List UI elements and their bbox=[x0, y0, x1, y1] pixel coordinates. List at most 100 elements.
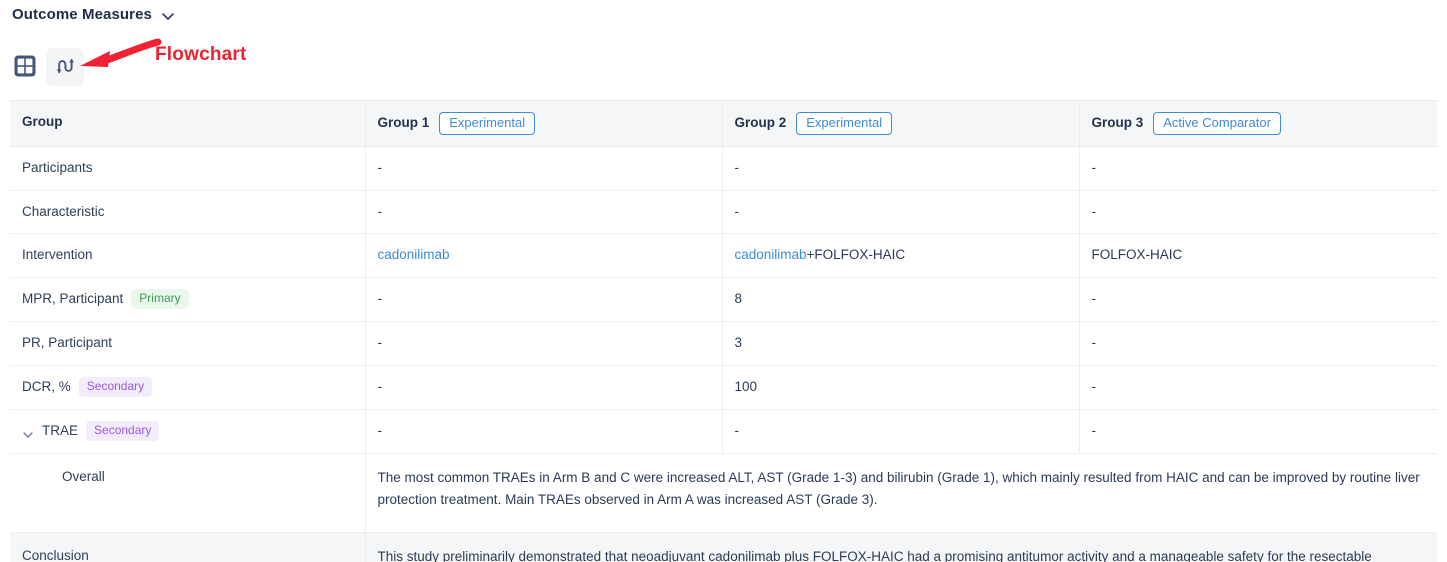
row-label-text: Intervention bbox=[22, 245, 93, 266]
cell-overall-text: The most common TRAEs in Arm B and C wer… bbox=[365, 454, 1437, 533]
table-row: Participants - - - bbox=[10, 146, 1437, 190]
cell-dcr-g1: - bbox=[365, 366, 722, 410]
chevron-down-icon[interactable] bbox=[22, 427, 34, 439]
row-label-overall: Overall bbox=[10, 454, 365, 533]
cell-value: - bbox=[1092, 204, 1097, 219]
table-row: Intervention cadonilimab cadonilimab+FOL… bbox=[10, 234, 1437, 278]
status-badge-secondary: Secondary bbox=[79, 377, 152, 397]
cell-value: - bbox=[1092, 379, 1097, 394]
header-group-2-tag[interactable]: Experimental bbox=[796, 112, 892, 135]
cell-value: 100 bbox=[735, 379, 758, 394]
table-row: DCR, % Secondary - 100 - bbox=[10, 366, 1437, 410]
row-label-text: Participants bbox=[22, 158, 93, 179]
row-label-intervention: Intervention bbox=[10, 234, 365, 278]
intervention-text-g3: FOLFOX-HAIC bbox=[1092, 247, 1183, 262]
cell-value: - bbox=[378, 423, 383, 438]
intervention-link-g1[interactable]: cadonilimab bbox=[378, 247, 450, 262]
header-cell-group-1: Group 1 Experimental bbox=[365, 101, 722, 147]
header-group-2-name: Group 2 bbox=[735, 113, 787, 134]
row-label-mpr-participant: MPR, Participant Primary bbox=[10, 278, 365, 322]
table-row: MPR, Participant Primary - 8 - bbox=[10, 278, 1437, 322]
cell-mpr-g2: 8 bbox=[722, 278, 1079, 322]
flowchart-arrows-icon bbox=[54, 55, 76, 80]
row-label-text: Overall bbox=[62, 469, 105, 484]
cell-intervention-g1: cadonilimab bbox=[365, 234, 722, 278]
row-label-text: DCR, % bbox=[22, 377, 71, 398]
cell-value: - bbox=[1092, 335, 1097, 350]
header-cell-group-3: Group 3 Active Comparator bbox=[1079, 101, 1437, 147]
header-cell-group: Group bbox=[10, 101, 365, 147]
header-group-1-name: Group 1 bbox=[378, 113, 430, 134]
cell-dcr-g2: 100 bbox=[722, 366, 1079, 410]
cell-dcr-g3: - bbox=[1079, 366, 1437, 410]
cell-value: - bbox=[735, 423, 740, 438]
status-badge-primary: Primary bbox=[131, 289, 188, 309]
cell-value: - bbox=[378, 335, 383, 350]
header-group-3-tag[interactable]: Active Comparator bbox=[1153, 112, 1281, 135]
header-group-3-name: Group 3 bbox=[1092, 113, 1144, 134]
table-grid-icon bbox=[13, 54, 37, 81]
cell-pr-g3: - bbox=[1079, 322, 1437, 366]
page-title: Outcome Measures bbox=[12, 6, 152, 23]
status-badge-secondary: Secondary bbox=[86, 421, 159, 441]
cell-characteristic-g1: - bbox=[365, 190, 722, 234]
row-label-trae[interactable]: TRAE Secondary bbox=[10, 410, 365, 454]
cell-value: - bbox=[1092, 423, 1097, 438]
outcome-measures-page: Outcome Measures bbox=[0, 0, 1447, 562]
header-group-1-tag[interactable]: Experimental bbox=[439, 112, 535, 135]
cell-conclusion-text: This study preliminarily demonstrated th… bbox=[365, 532, 1437, 562]
cell-trae-g3: - bbox=[1079, 410, 1437, 454]
cell-pr-g2: 3 bbox=[722, 322, 1079, 366]
table-row-conclusion: Conclusion This study preliminarily demo… bbox=[10, 532, 1437, 562]
table-header-row: Group Group 1 Experimental Group 2 Exper… bbox=[10, 101, 1437, 147]
cell-mpr-g1: - bbox=[365, 278, 722, 322]
cell-value: - bbox=[378, 291, 383, 306]
row-label-pr-participant: PR, Participant bbox=[10, 322, 365, 366]
row-label-text: MPR, Participant bbox=[22, 289, 123, 310]
cell-value: 3 bbox=[735, 335, 743, 350]
cell-value: - bbox=[378, 379, 383, 394]
chevron-down-icon[interactable] bbox=[160, 8, 176, 24]
cell-value: - bbox=[1092, 291, 1097, 306]
cell-participants-g1: - bbox=[365, 146, 722, 190]
table-row: TRAE Secondary - - - bbox=[10, 410, 1437, 454]
intervention-link-g2[interactable]: cadonilimab bbox=[735, 247, 807, 262]
conclusion-description: This study preliminarily demonstrated th… bbox=[378, 549, 1372, 562]
table-view-button[interactable] bbox=[6, 48, 44, 86]
cell-characteristic-g3: - bbox=[1079, 190, 1437, 234]
header-label-group: Group bbox=[22, 114, 63, 129]
row-label-conclusion: Conclusion bbox=[10, 532, 365, 562]
cell-participants-g3: - bbox=[1079, 146, 1437, 190]
table-row: Characteristic - - - bbox=[10, 190, 1437, 234]
intervention-suffix-g2: +FOLFOX-HAIC bbox=[807, 247, 906, 262]
row-label-text: PR, Participant bbox=[22, 333, 112, 354]
outcome-measures-table: Group Group 1 Experimental Group 2 Exper… bbox=[10, 100, 1437, 562]
annotation-label: Flowchart bbox=[155, 44, 247, 66]
row-label-text: Characteristic bbox=[22, 202, 105, 223]
row-label-dcr: DCR, % Secondary bbox=[10, 366, 365, 410]
row-label-participants: Participants bbox=[10, 146, 365, 190]
flowchart-view-button[interactable] bbox=[46, 48, 84, 86]
outcome-measures-table-wrap: Group Group 1 Experimental Group 2 Exper… bbox=[10, 100, 1437, 562]
row-label-text: TRAE bbox=[42, 421, 78, 442]
cell-value: - bbox=[378, 204, 383, 219]
cell-intervention-g2: cadonilimab+FOLFOX-HAIC bbox=[722, 234, 1079, 278]
cell-value: - bbox=[735, 160, 740, 175]
row-label-characteristic: Characteristic bbox=[10, 190, 365, 234]
cell-trae-g2: - bbox=[722, 410, 1079, 454]
table-row: PR, Participant - 3 - bbox=[10, 322, 1437, 366]
section-header-outcome-measures[interactable]: Outcome Measures bbox=[12, 6, 176, 23]
cell-value: - bbox=[378, 160, 383, 175]
cell-value: 8 bbox=[735, 291, 743, 306]
cell-characteristic-g2: - bbox=[722, 190, 1079, 234]
table-row-overall: Overall The most common TRAEs in Arm B a… bbox=[10, 454, 1437, 533]
header-cell-group-2: Group 2 Experimental bbox=[722, 101, 1079, 147]
view-toggle-group bbox=[6, 48, 84, 86]
cell-participants-g2: - bbox=[722, 146, 1079, 190]
cell-value: - bbox=[1092, 160, 1097, 175]
cell-pr-g1: - bbox=[365, 322, 722, 366]
cell-intervention-g3: FOLFOX-HAIC bbox=[1079, 234, 1437, 278]
cell-mpr-g3: - bbox=[1079, 278, 1437, 322]
overall-description: The most common TRAEs in Arm B and C wer… bbox=[378, 470, 1420, 507]
cell-value: - bbox=[735, 204, 740, 219]
